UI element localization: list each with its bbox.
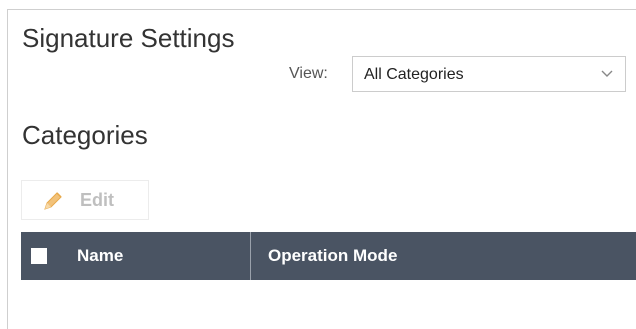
view-label: View: <box>289 65 328 82</box>
edit-button-label: Edit <box>80 190 114 210</box>
section-title-categories: Categories <box>22 120 148 150</box>
column-divider <box>250 232 251 280</box>
view-select-value: All Categories <box>364 66 464 83</box>
page-title: Signature Settings <box>22 23 235 53</box>
view-select[interactable]: All Categories <box>352 56 626 92</box>
column-header-operation-mode[interactable]: Operation Mode <box>268 246 397 266</box>
select-all-checkbox[interactable] <box>31 248 47 264</box>
pencil-icon <box>44 192 62 210</box>
table-header: Name Operation Mode <box>21 232 636 280</box>
table-body <box>21 280 636 320</box>
column-header-name[interactable]: Name <box>77 246 123 266</box>
chevron-down-icon <box>601 70 613 77</box>
edit-button[interactable]: Edit <box>21 180 149 220</box>
